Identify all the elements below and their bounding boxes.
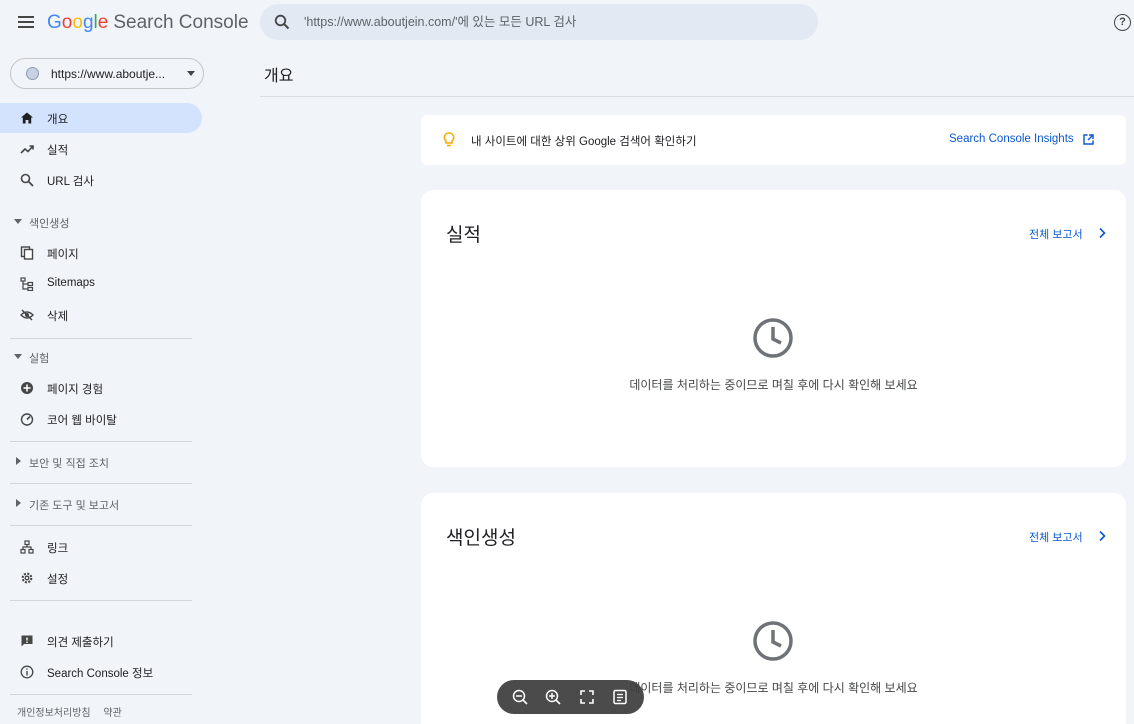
card-title: 실적 xyxy=(446,225,481,246)
sidebar-item-overview[interactable]: 개요 xyxy=(0,103,202,133)
app-logo[interactable]: Google Search Console xyxy=(47,12,249,34)
google-wordmark: Google xyxy=(47,12,109,33)
property-url: https://www.aboutje... xyxy=(51,67,166,81)
section-security[interactable]: 보안 및 직접 조치 xyxy=(0,451,200,473)
collapse-icon xyxy=(16,457,21,465)
sidebar-item-label: 링크 xyxy=(47,543,69,555)
sidebar: https://www.aboutje... 개요 실적 URL 검사 색인생성… xyxy=(0,46,210,724)
sidebar-item-pages[interactable]: 페이지 xyxy=(0,238,202,268)
chevron-right-icon[interactable] xyxy=(1097,530,1107,542)
home-icon xyxy=(21,112,33,124)
insights-banner: 내 사이트에 대한 상위 Google 검색어 확인하기 Search Cons… xyxy=(421,115,1126,165)
section-label: 색인생성 xyxy=(29,218,70,230)
terms-link[interactable]: 약관 xyxy=(103,708,121,719)
full-report-link[interactable]: 전체 보고서 xyxy=(1029,529,1083,545)
sidebar-item-url-inspection[interactable]: URL 검사 xyxy=(0,165,202,195)
section-indexing[interactable]: 색인생성 xyxy=(0,211,200,233)
url-inspect-search[interactable] xyxy=(260,4,818,40)
search-icon xyxy=(20,173,34,187)
clock-icon xyxy=(753,621,793,661)
sidebar-item-page-experience[interactable]: 페이지 경험 xyxy=(0,373,202,403)
feedback-icon xyxy=(21,635,33,647)
sitemap-icon xyxy=(20,277,34,291)
sidebar-item-sitemaps[interactable]: Sitemaps xyxy=(0,269,202,299)
help-icon[interactable]: ? xyxy=(1114,14,1131,31)
trending-up-icon xyxy=(20,145,34,154)
page-title: 개요 xyxy=(264,68,294,85)
product-name: Search Console xyxy=(113,12,249,33)
divider xyxy=(10,338,192,339)
pages-icon xyxy=(20,246,34,260)
footer-links: 개인정보처리방침 약관 xyxy=(17,704,132,719)
property-selector[interactable]: https://www.aboutje... xyxy=(10,58,204,89)
caret-down-icon xyxy=(187,71,195,76)
sidebar-item-label: URL 검사 xyxy=(47,176,94,188)
globe-icon xyxy=(26,67,39,80)
sidebar-item-feedback[interactable]: 의견 제출하기 xyxy=(0,626,202,656)
insights-text: 내 사이트에 대한 상위 Google 검색어 확인하기 xyxy=(471,136,697,148)
notes-icon[interactable] xyxy=(611,688,629,706)
menu-icon[interactable] xyxy=(16,14,36,32)
sidebar-item-label: 삭제 xyxy=(47,311,69,323)
performance-card: 실적 전체 보고서 데이터를 처리하는 중이므로 며칠 후에 다시 확인해 보세… xyxy=(421,190,1126,467)
zoom-in-icon[interactable] xyxy=(544,688,562,706)
fullscreen-icon[interactable] xyxy=(578,688,596,706)
expand-icon xyxy=(14,219,22,224)
add-circle-icon xyxy=(21,382,33,394)
sidebar-item-removals[interactable]: 삭제 xyxy=(0,300,202,330)
sidebar-item-core-web-vitals[interactable]: 코어 웹 바이탈 xyxy=(0,404,202,434)
section-label: 실험 xyxy=(29,353,50,365)
section-legacy[interactable]: 기존 도구 및 보고서 xyxy=(0,493,200,515)
sidebar-item-label: Search Console 정보 xyxy=(47,668,154,680)
info-icon xyxy=(20,665,34,679)
links-icon xyxy=(20,540,34,554)
divider xyxy=(10,600,192,601)
sidebar-item-label: 개요 xyxy=(47,114,69,126)
settings-icon xyxy=(21,572,33,584)
divider xyxy=(10,441,192,442)
section-label: 기존 도구 및 보고서 xyxy=(29,500,120,512)
speed-icon xyxy=(20,413,34,426)
divider xyxy=(10,525,192,526)
lightbulb-icon xyxy=(443,132,455,147)
top-bar: GoogleSearch Console ? xyxy=(0,0,1134,46)
divider xyxy=(10,483,192,484)
chevron-right-icon[interactable] xyxy=(1097,227,1107,239)
sidebar-item-settings[interactable]: 설정 xyxy=(0,563,202,593)
floating-toolbar xyxy=(497,680,644,714)
visibility-off-icon xyxy=(20,309,34,321)
expand-icon xyxy=(14,354,22,359)
section-label: 보안 및 직접 조치 xyxy=(29,458,110,470)
processing-message: 데이터를 처리하는 중이므로 며칠 후에 다시 확인해 보세요 xyxy=(629,378,918,392)
search-input[interactable] xyxy=(304,12,794,32)
zoom-out-icon[interactable] xyxy=(511,688,529,706)
card-title: 색인생성 xyxy=(446,528,516,549)
sidebar-item-performance[interactable]: 실적 xyxy=(0,134,202,164)
sidebar-item-label: 페이지 xyxy=(47,249,79,261)
search-icon xyxy=(274,14,290,30)
sidebar-item-about[interactable]: Search Console 정보 xyxy=(0,657,202,687)
sidebar-item-label: 실적 xyxy=(47,145,69,157)
divider xyxy=(260,96,1134,97)
section-experience[interactable]: 실험 xyxy=(0,346,200,368)
sidebar-item-label: 의견 제출하기 xyxy=(47,637,114,649)
sidebar-item-label: 설정 xyxy=(47,574,69,586)
insights-link[interactable]: Search Console Insights xyxy=(949,133,1074,145)
sidebar-item-label: 페이지 경험 xyxy=(47,384,104,396)
sidebar-item-label: Sitemaps xyxy=(47,277,95,289)
sidebar-item-label: 코어 웹 바이탈 xyxy=(47,415,117,427)
divider xyxy=(10,694,192,695)
clock-icon xyxy=(753,318,793,358)
open-in-new-icon[interactable] xyxy=(1083,134,1094,145)
privacy-link[interactable]: 개인정보처리방침 xyxy=(17,708,91,719)
full-report-link[interactable]: 전체 보고서 xyxy=(1029,226,1083,242)
sidebar-item-links[interactable]: 링크 xyxy=(0,532,202,562)
collapse-icon xyxy=(16,499,21,507)
